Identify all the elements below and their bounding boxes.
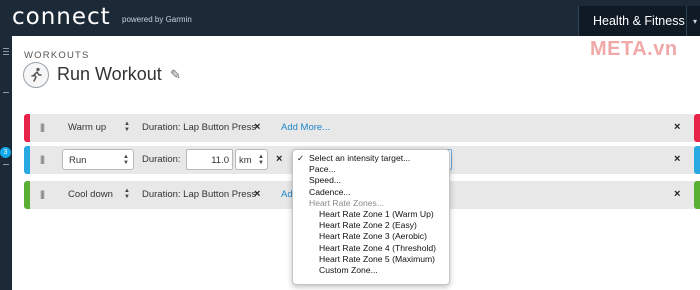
powered-by-text: powered by Garmin <box>122 15 192 24</box>
drag-handle-icon[interactable]: ||| <box>40 122 45 132</box>
step-type-label: Cool down <box>68 189 113 200</box>
duration-text: Duration: Lap Button Press <box>142 122 257 133</box>
duration-input[interactable]: 11.0 <box>186 149 233 170</box>
menu-icon[interactable] <box>3 48 9 49</box>
connect-logo[interactable]: connect <box>12 4 111 30</box>
unit-select[interactable]: km ▲ ▼ <box>235 149 268 170</box>
updown-arrow-icon: ▲ ▼ <box>124 188 130 200</box>
close-icon[interactable]: × <box>254 188 260 200</box>
intensity-dropdown-menu: ✓ Select an intensity target... Pace... … <box>292 149 450 285</box>
step-accent-bar <box>24 146 30 174</box>
step-type-select[interactable]: Run ▲ ▼ <box>62 149 134 170</box>
step-accent-bar <box>24 114 30 142</box>
drag-handle-icon[interactable]: ||| <box>40 189 45 199</box>
breadcrumb[interactable]: WORKOUTS <box>24 50 90 61</box>
dropdown-option-select-intensity[interactable]: ✓ Select an intensity target... <box>293 153 449 164</box>
menu-icon-line <box>3 54 9 55</box>
left-sidebar: 3 <box>0 36 12 290</box>
dropdown-option-custom-zone[interactable]: Custom Zone... <box>293 265 449 276</box>
dropdown-option-hr-zone-1[interactable]: Heart Rate Zone 1 (Warm Up) <box>293 209 449 220</box>
health-fitness-label: Health & Fitness <box>593 14 685 28</box>
unit-label: km <box>239 155 252 166</box>
delete-step-icon[interactable]: × <box>674 188 680 200</box>
notification-badge[interactable]: 3 <box>0 147 11 158</box>
duration-text: Duration: Lap Button Press <box>142 189 257 200</box>
top-bar: connect powered by Garmin Health & Fitne… <box>0 0 700 36</box>
checkmark-icon: ✓ <box>297 153 305 163</box>
step-type-label: Run <box>69 155 87 166</box>
updown-arrow-icon: ▲ ▼ <box>258 154 264 166</box>
step-accent-bar <box>24 181 30 209</box>
watermark: META.vn <box>590 38 678 60</box>
dropdown-group-heart-rate-zones: Heart Rate Zones... <box>309 197 384 208</box>
step-type-label: Warm up <box>68 122 107 133</box>
dropdown-option-pace[interactable]: Pace... <box>293 164 449 175</box>
dropdown-option-hr-zone-3[interactable]: Heart Rate Zone 3 (Aerobic) <box>293 231 449 242</box>
dropdown-option-speed[interactable]: Speed... <box>293 175 449 186</box>
step-type-select[interactable]: Cool down ▲ ▼ <box>62 184 134 205</box>
health-fitness-menu-button[interactable]: Health & Fitness ▾ <box>578 6 700 36</box>
delete-step-icon[interactable]: × <box>674 121 680 133</box>
step-accent-bar <box>694 181 700 209</box>
dropdown-option-hr-zone-5[interactable]: Heart Rate Zone 5 (Maximum) <box>293 254 449 265</box>
step-accent-bar <box>694 114 700 142</box>
dropdown-option-cadence[interactable]: Cadence... <box>293 187 449 198</box>
menu-icon-line <box>3 51 9 52</box>
updown-arrow-icon: ▲ ▼ <box>124 121 130 133</box>
workout-step-warmup: ||| Warm up ▲ ▼ Duration: Lap Button Pres… <box>24 114 700 142</box>
drag-handle-icon[interactable]: ||| <box>40 154 45 164</box>
close-icon[interactable]: × <box>254 121 260 133</box>
step-type-select[interactable]: Warm up ▲ ▼ <box>62 117 134 138</box>
delete-step-icon[interactable]: × <box>674 153 680 165</box>
health-fitness-caret[interactable]: ▾ <box>686 6 700 36</box>
dropdown-option-hr-zone-4[interactable]: Heart Rate Zone 4 (Threshold) <box>293 243 449 254</box>
duration-label: Duration: <box>142 154 181 165</box>
updown-arrow-icon: ▲ ▼ <box>123 154 129 166</box>
sidebar-icon[interactable] <box>3 92 9 93</box>
close-icon[interactable]: × <box>276 153 282 165</box>
chevron-down-icon: ▾ <box>692 17 697 26</box>
add-more-link[interactable]: Ad <box>281 189 293 200</box>
step-accent-bar <box>694 146 700 174</box>
pencil-icon[interactable]: ✎ <box>170 67 181 83</box>
sidebar-icon[interactable] <box>3 164 9 165</box>
dropdown-option-hr-zone-2[interactable]: Heart Rate Zone 2 (Easy) <box>293 220 449 231</box>
add-more-link[interactable]: Add More... <box>281 122 330 133</box>
page-title: Run Workout <box>57 64 162 84</box>
running-icon <box>23 62 49 88</box>
